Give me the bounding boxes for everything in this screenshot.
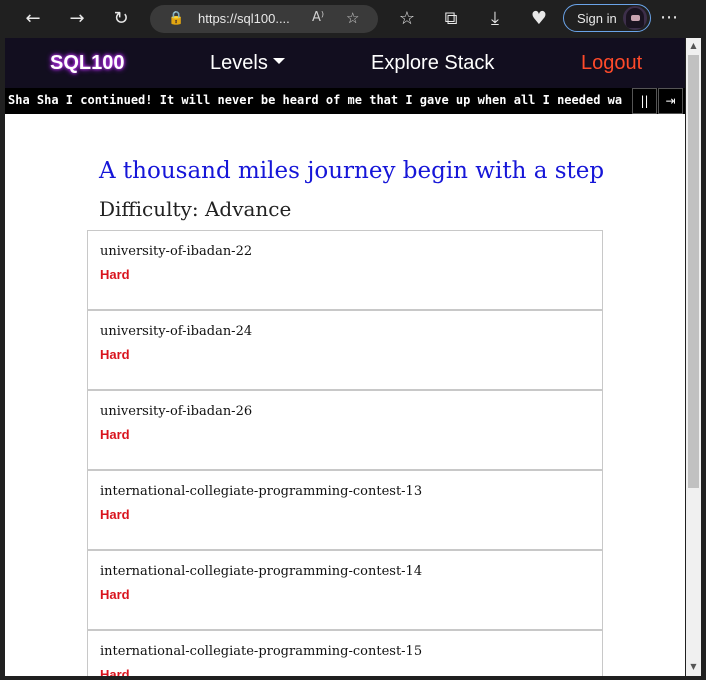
- page-viewport: SQL100 Levels Explore Stack Logout Sha S…: [5, 38, 685, 676]
- difficulty-badge: Hard: [100, 507, 130, 522]
- problem-title[interactable]: university-of-ibadan-22: [100, 244, 252, 259]
- url-text: https://sql100....: [198, 11, 290, 26]
- read-aloud-icon[interactable]: A⁾: [312, 10, 324, 25]
- ticker-message: Sha Sha I continued! It will never be he…: [8, 93, 623, 107]
- problem-title[interactable]: international-collegiate-programming-con…: [100, 644, 422, 659]
- add-favorite-icon[interactable]: ☆: [346, 9, 359, 27]
- difficulty-badge: Hard: [100, 587, 130, 602]
- problem-card[interactable]: university-of-ibadan-22 Hard: [87, 230, 603, 310]
- difficulty-badge: Hard: [100, 347, 130, 362]
- collections-icon[interactable]: ⧉: [438, 6, 464, 32]
- page-scrollbar[interactable]: ▲ ▼: [686, 38, 701, 676]
- scroll-down-icon[interactable]: ▼: [686, 659, 701, 674]
- problem-card[interactable]: international-collegiate-programming-con…: [87, 470, 603, 550]
- levels-label: Levels: [210, 52, 268, 74]
- problem-title[interactable]: international-collegiate-programming-con…: [100, 564, 422, 579]
- next-button[interactable]: ⇥: [658, 88, 683, 114]
- address-bar[interactable]: 🔒 https://sql100.... A⁾ ☆: [150, 5, 378, 33]
- problem-list: university-of-ibadan-22 Hard university-…: [87, 230, 603, 676]
- health-icon[interactable]: ♥: [526, 6, 552, 32]
- browser-toolbar: ← → ↻ 🔒 https://sql100.... A⁾ ☆ ☆ ⧉ ⤓ ♥ …: [0, 0, 706, 38]
- problem-title[interactable]: international-collegiate-programming-con…: [100, 484, 422, 499]
- pause-button[interactable]: ||: [632, 88, 657, 114]
- explore-stack-link[interactable]: Explore Stack: [371, 52, 494, 75]
- levels-dropdown[interactable]: Levels: [210, 52, 285, 75]
- favorites-icon[interactable]: ☆: [394, 6, 420, 32]
- scroll-up-icon[interactable]: ▲: [686, 38, 701, 53]
- site-navbar: SQL100 Levels Explore Stack Logout: [5, 38, 685, 88]
- back-icon[interactable]: ←: [20, 6, 46, 32]
- problem-title[interactable]: university-of-ibadan-24: [100, 324, 252, 339]
- chevron-down-icon: [272, 57, 285, 64]
- lock-icon[interactable]: 🔒: [168, 11, 184, 26]
- problem-title[interactable]: university-of-ibadan-26: [100, 404, 252, 419]
- difficulty-badge: Hard: [100, 267, 130, 282]
- difficulty-badge: Hard: [100, 667, 130, 676]
- difficulty-label: Difficulty: Advance: [99, 197, 292, 221]
- problem-card[interactable]: international-collegiate-programming-con…: [87, 550, 603, 630]
- brand-logo[interactable]: SQL100: [50, 52, 124, 75]
- sign-in-label: Sign in: [577, 11, 617, 26]
- refresh-icon[interactable]: ↻: [108, 6, 134, 32]
- problem-card[interactable]: university-of-ibadan-26 Hard: [87, 390, 603, 470]
- logout-link[interactable]: Logout: [581, 52, 642, 75]
- profile-avatar-icon: [623, 6, 647, 30]
- problem-card[interactable]: university-of-ibadan-24 Hard: [87, 310, 603, 390]
- sign-in-button[interactable]: Sign in: [563, 4, 651, 32]
- difficulty-badge: Hard: [100, 427, 130, 442]
- page-title: A thousand miles journey begin with a st…: [99, 158, 605, 184]
- downloads-icon[interactable]: ⤓: [482, 6, 508, 32]
- marquee-ticker: Sha Sha I continued! It will never be he…: [5, 88, 685, 114]
- problem-card[interactable]: international-collegiate-programming-con…: [87, 630, 603, 676]
- more-icon[interactable]: ⋯: [660, 6, 678, 30]
- scroll-thumb[interactable]: [688, 55, 699, 488]
- forward-icon[interactable]: →: [64, 6, 90, 32]
